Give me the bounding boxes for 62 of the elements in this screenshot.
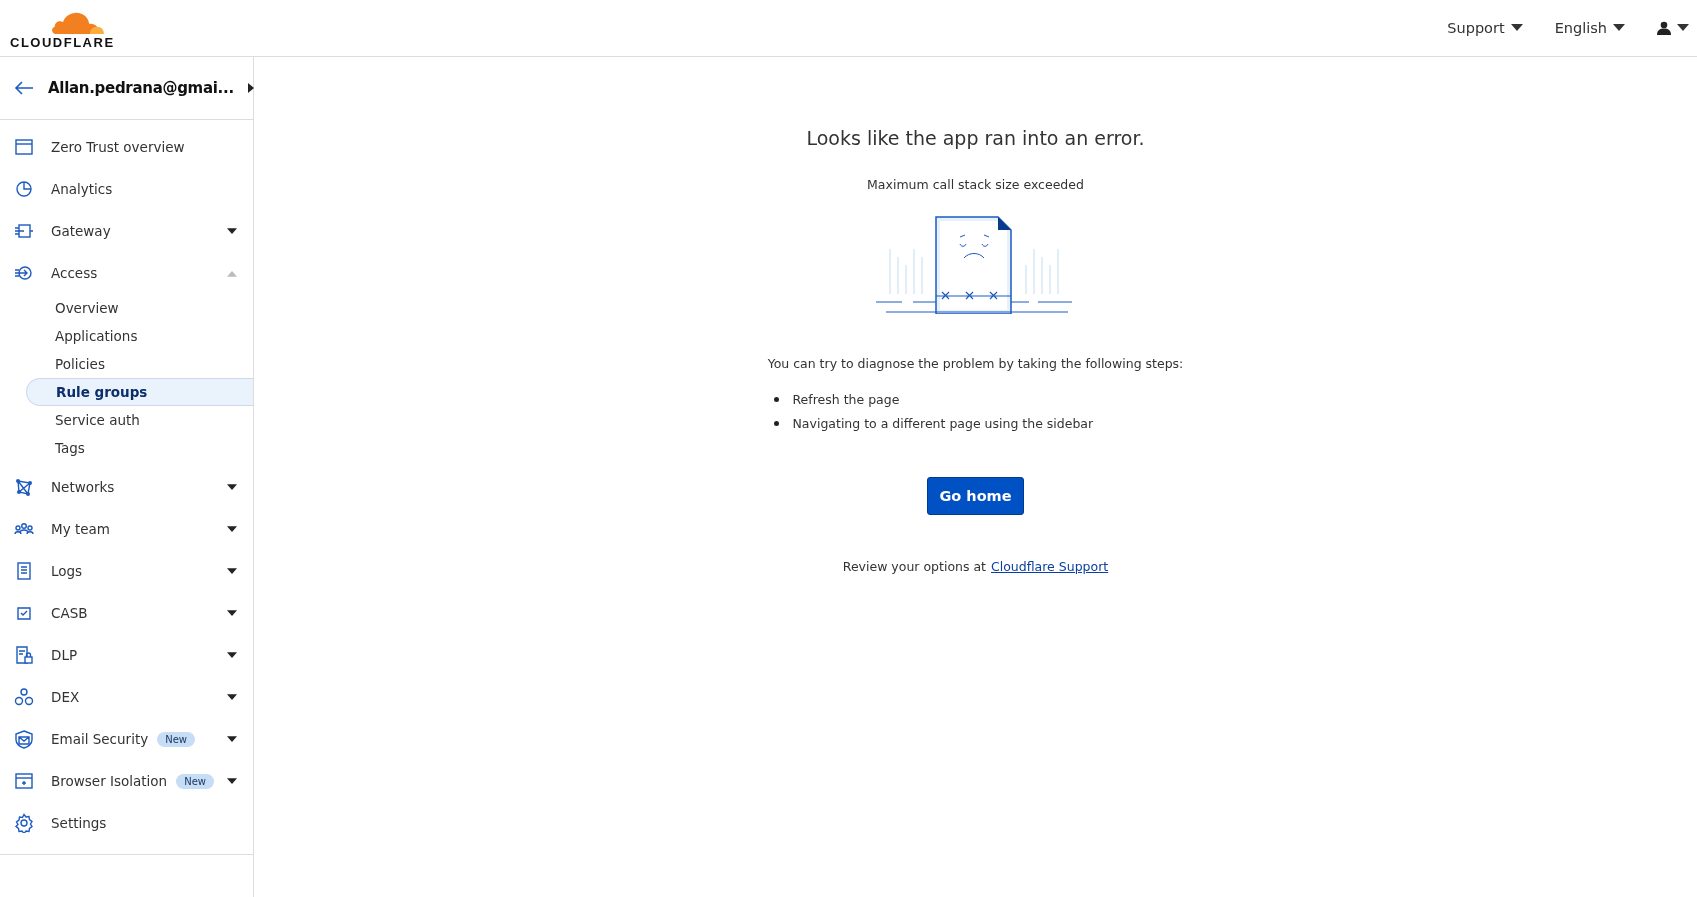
caret-down-icon[interactable] — [227, 777, 237, 785]
sidebar-item[interactable]: Logs — [0, 550, 253, 592]
bullet-icon — [773, 420, 779, 426]
window-icon — [14, 137, 34, 157]
browser-window-icon — [14, 771, 34, 791]
bullet-icon — [773, 396, 779, 402]
sidebar-subitem[interactable]: Applications — [26, 322, 253, 350]
sidebar-item[interactable]: Analytics — [0, 168, 253, 210]
gateway-icon — [14, 221, 34, 241]
sidebar-subitem[interactable]: Policies — [26, 350, 253, 378]
sidebar-item[interactable]: Zero Trust overview — [0, 126, 253, 168]
sidebar-subitem[interactable]: Rule groups — [26, 378, 253, 406]
sidebar-item[interactable]: CASB — [0, 592, 253, 634]
list-document-icon — [14, 561, 34, 581]
sidebar-item[interactable]: DEX — [0, 676, 253, 718]
caret-right-icon[interactable] — [247, 83, 254, 93]
sidebar-subitem[interactable]: Overview — [26, 294, 253, 322]
support-link[interactable]: Cloudflare Support — [991, 559, 1109, 574]
caret-down-icon[interactable] — [227, 567, 237, 575]
envelope-shield-icon — [14, 729, 34, 749]
sidebar-item[interactable]: Access — [0, 252, 253, 294]
back-arrow-icon[interactable] — [14, 80, 34, 96]
gear-icon — [14, 813, 34, 833]
sidebar-item[interactable]: Email Security New — [0, 718, 253, 760]
review-text: Review your options at — [842, 559, 986, 574]
caret-down-icon[interactable] — [227, 525, 237, 533]
caret-down-icon[interactable] — [1677, 24, 1689, 32]
header-dropdown[interactable]: Support — [1447, 16, 1523, 40]
sidebar-item[interactable]: Settings — [0, 802, 253, 844]
go-home-button[interactable]: Go home — [927, 477, 1024, 515]
caret-down-icon[interactable] — [227, 609, 237, 617]
error-message: Maximum call stack size exceeded — [867, 177, 1084, 192]
pie-chart-icon — [14, 179, 34, 199]
cloudflare-logo[interactable]: CLOUDFLARE — [10, 6, 115, 50]
sidebar-item[interactable]: Gateway — [0, 210, 253, 252]
arrow-circle-icon — [14, 263, 34, 283]
sidebar-item[interactable]: My team — [0, 508, 253, 550]
connected-circles-icon — [14, 687, 34, 707]
new-badge: New — [176, 773, 214, 789]
step-text: Navigating to a different page using the sidebar — [792, 415, 1094, 431]
sidebar-item[interactable]: DLP — [0, 634, 253, 676]
sidebar-item[interactable]: Networks — [0, 466, 253, 508]
caret-down-icon[interactable] — [1510, 24, 1523, 32]
sidebar-subitem[interactable]: Service auth — [26, 406, 253, 434]
account-name[interactable]: Allan.pedrana@gmai... — [48, 79, 234, 97]
new-badge: New — [157, 731, 195, 747]
caret-down-icon[interactable] — [227, 693, 237, 701]
account-switcher[interactable]: Allan.pedrana@gmai... — [0, 57, 253, 120]
caret-down-icon[interactable] — [227, 227, 237, 235]
instructions-text: You can try to diagnose the problem by taking the following steps: — [767, 356, 1184, 371]
caret-down-icon[interactable] — [227, 735, 237, 743]
caret-down-icon[interactable] — [227, 483, 237, 491]
error-title: Looks like the app ran into an error. — [806, 127, 1145, 149]
header-dropdown[interactable]: English — [1554, 16, 1625, 40]
sidebar-subitem[interactable]: Tags — [26, 434, 253, 462]
person-icon[interactable] — [1657, 21, 1671, 35]
step-text: Refresh the page — [792, 391, 900, 407]
caret-down-icon[interactable] — [1613, 24, 1625, 32]
caret-down-icon[interactable] — [227, 651, 237, 659]
sidebar-item[interactable]: Browser Isolation New — [0, 760, 253, 802]
document-lock-icon — [14, 645, 34, 665]
network-nodes-icon — [14, 477, 34, 497]
